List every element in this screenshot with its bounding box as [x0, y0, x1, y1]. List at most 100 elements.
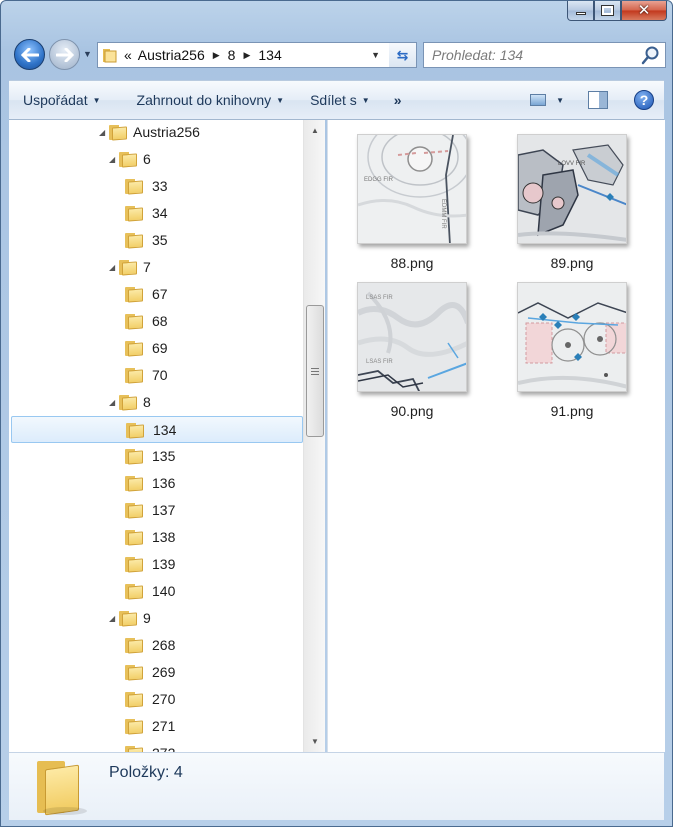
- tree-item[interactable]: 70: [11, 362, 303, 389]
- tree-item-label: 33: [152, 178, 168, 194]
- folder-icon: [125, 448, 143, 465]
- tree-item[interactable]: 34: [11, 200, 303, 227]
- tree-item[interactable]: 271: [11, 713, 303, 740]
- tree-item[interactable]: 135: [11, 443, 303, 470]
- tree-item-label: 138: [152, 529, 176, 545]
- organize-label: Uspořádat: [23, 92, 88, 108]
- breadcrumb-8[interactable]: 8: [228, 47, 236, 63]
- tree-item-label: 272: [152, 745, 175, 752]
- tree-item[interactable]: 268: [11, 632, 303, 659]
- chevron-down-icon: ▼: [276, 95, 285, 105]
- scroll-up-arrow-icon[interactable]: ▲: [304, 122, 326, 139]
- file-item[interactable]: EDGG FIR EDMM FIR 88.png: [348, 134, 476, 271]
- expand-triangle-icon[interactable]: ◢: [109, 614, 115, 623]
- close-button[interactable]: ✕: [621, 1, 667, 21]
- folder-icon: [126, 422, 144, 439]
- folder-icon: [119, 151, 137, 168]
- search-input[interactable]: Prohledat: 134: [432, 47, 640, 63]
- help-icon[interactable]: ?: [634, 90, 654, 110]
- file-item[interactable]: LSAS FIR LSAS FIR 90.png: [348, 282, 476, 419]
- tree-item[interactable]: 272: [11, 740, 303, 752]
- minimize-button[interactable]: [567, 1, 594, 21]
- tree-item[interactable]: ◢ 7: [11, 254, 303, 281]
- image-thumbnail[interactable]: LOVV FIR: [517, 134, 627, 244]
- tree-item-label: 136: [152, 475, 176, 491]
- toolbar-right: ▼ ?: [530, 81, 664, 119]
- tree-item[interactable]: 134: [11, 416, 303, 443]
- folder-icon: [125, 340, 143, 357]
- image-thumbnail[interactable]: LSAS FIR LSAS FIR: [357, 282, 467, 392]
- tree-item[interactable]: 138: [11, 524, 303, 551]
- tree-item[interactable]: 35: [11, 227, 303, 254]
- tree-item[interactable]: 67: [11, 281, 303, 308]
- image-thumbnail[interactable]: [517, 282, 627, 392]
- expand-triangle-icon[interactable]: ◢: [109, 398, 115, 407]
- tree-scrollbar[interactable]: ▲ ▼: [303, 120, 325, 752]
- folder-icon: [102, 47, 118, 63]
- file-item[interactable]: LOVV FIR 89.png: [508, 134, 636, 271]
- address-overflow-button[interactable]: «: [124, 47, 132, 63]
- maximize-button[interactable]: [594, 1, 621, 21]
- image-thumbnail[interactable]: EDGG FIR EDMM FIR: [357, 134, 467, 244]
- maximize-icon: [601, 5, 614, 16]
- tree-item-label: 8: [143, 394, 151, 410]
- breadcrumb-austria256[interactable]: Austria256: [138, 47, 205, 63]
- expand-triangle-icon[interactable]: ◢: [109, 263, 115, 272]
- folder-icon: [125, 664, 143, 681]
- tree-item[interactable]: ◢ 6: [11, 146, 303, 173]
- folder-icon: [125, 232, 143, 249]
- refresh-button[interactable]: ⇆: [389, 42, 417, 68]
- address-bar[interactable]: « Austria256 ▶ 8 ▶ 134 ▼: [97, 42, 417, 68]
- tree-item[interactable]: 270: [11, 686, 303, 713]
- tree-item[interactable]: 137: [11, 497, 303, 524]
- search-box[interactable]: Prohledat: 134: [423, 42, 666, 68]
- change-view-icon[interactable]: [530, 94, 547, 106]
- tree-item[interactable]: ◢ 9: [11, 605, 303, 632]
- tree-item-label: 268: [152, 637, 176, 653]
- include-library-button[interactable]: Zahrnout do knihovny ▼: [111, 81, 295, 119]
- recent-pages-dropdown[interactable]: ▼: [83, 49, 92, 59]
- tree-item-label: 6: [143, 151, 151, 167]
- share-button[interactable]: Sdílet s ▼: [294, 81, 380, 119]
- chevron-down-icon[interactable]: ▼: [556, 96, 564, 105]
- tree-item[interactable]: 69: [11, 335, 303, 362]
- scrollbar-thumb[interactable]: [306, 305, 324, 437]
- search-icon[interactable]: [640, 44, 662, 66]
- tree-item[interactable]: 68: [11, 308, 303, 335]
- tree-item[interactable]: 33: [11, 173, 303, 200]
- tree-item[interactable]: 136: [11, 470, 303, 497]
- chevron-right-icon[interactable]: ▶: [243, 50, 250, 61]
- folder-icon: [119, 259, 137, 276]
- tree-item[interactable]: ◢ Austria256: [11, 120, 303, 146]
- explorer-window: ✕ ▼ « Austria256 ▶ 8 ▶ 134 ▼ ⇆ Prohledat…: [0, 0, 673, 827]
- tree-item-label: 68: [152, 313, 168, 329]
- organize-button[interactable]: Uspořádat ▼: [9, 81, 111, 119]
- file-list[interactable]: EDGG FIR EDMM FIR 88.png LOVV FIR 89.png…: [327, 120, 665, 752]
- expand-triangle-icon[interactable]: ◢: [99, 128, 105, 137]
- scroll-down-arrow-icon[interactable]: ▼: [304, 733, 326, 750]
- tree-item-label: 134: [153, 422, 177, 438]
- tree-item[interactable]: 139: [11, 551, 303, 578]
- tree-item[interactable]: ◢ 8: [11, 389, 303, 416]
- close-icon: ✕: [637, 2, 651, 19]
- breadcrumb-134[interactable]: 134: [258, 47, 281, 63]
- tree-item-label: 137: [152, 502, 176, 518]
- folder-icon: [125, 313, 143, 330]
- folder-icon: [125, 529, 143, 546]
- preview-pane-icon[interactable]: [588, 91, 608, 109]
- file-item[interactable]: 91.png: [508, 282, 636, 419]
- more-commands-button[interactable]: »: [380, 92, 412, 108]
- tree-item-label: 9: [143, 610, 151, 626]
- tree-item[interactable]: 269: [11, 659, 303, 686]
- chevron-right-icon[interactable]: ▶: [213, 50, 220, 61]
- tree-item-label: 67: [152, 286, 168, 302]
- tree-item[interactable]: 140: [11, 578, 303, 605]
- address-history-dropdown[interactable]: ▼: [371, 50, 380, 60]
- forward-button[interactable]: [49, 39, 80, 70]
- expand-triangle-icon[interactable]: ◢: [109, 155, 115, 164]
- grip-icon: [311, 367, 319, 375]
- navigation-pane[interactable]: ◢ Austria256 ◢ 6 33 34 35 ◢ 7 67 68 69 70 ◢ 8 134 135 136…: [9, 120, 325, 752]
- folder-icon: [119, 394, 137, 411]
- back-button[interactable]: [14, 39, 45, 70]
- file-name: 88.png: [390, 255, 434, 271]
